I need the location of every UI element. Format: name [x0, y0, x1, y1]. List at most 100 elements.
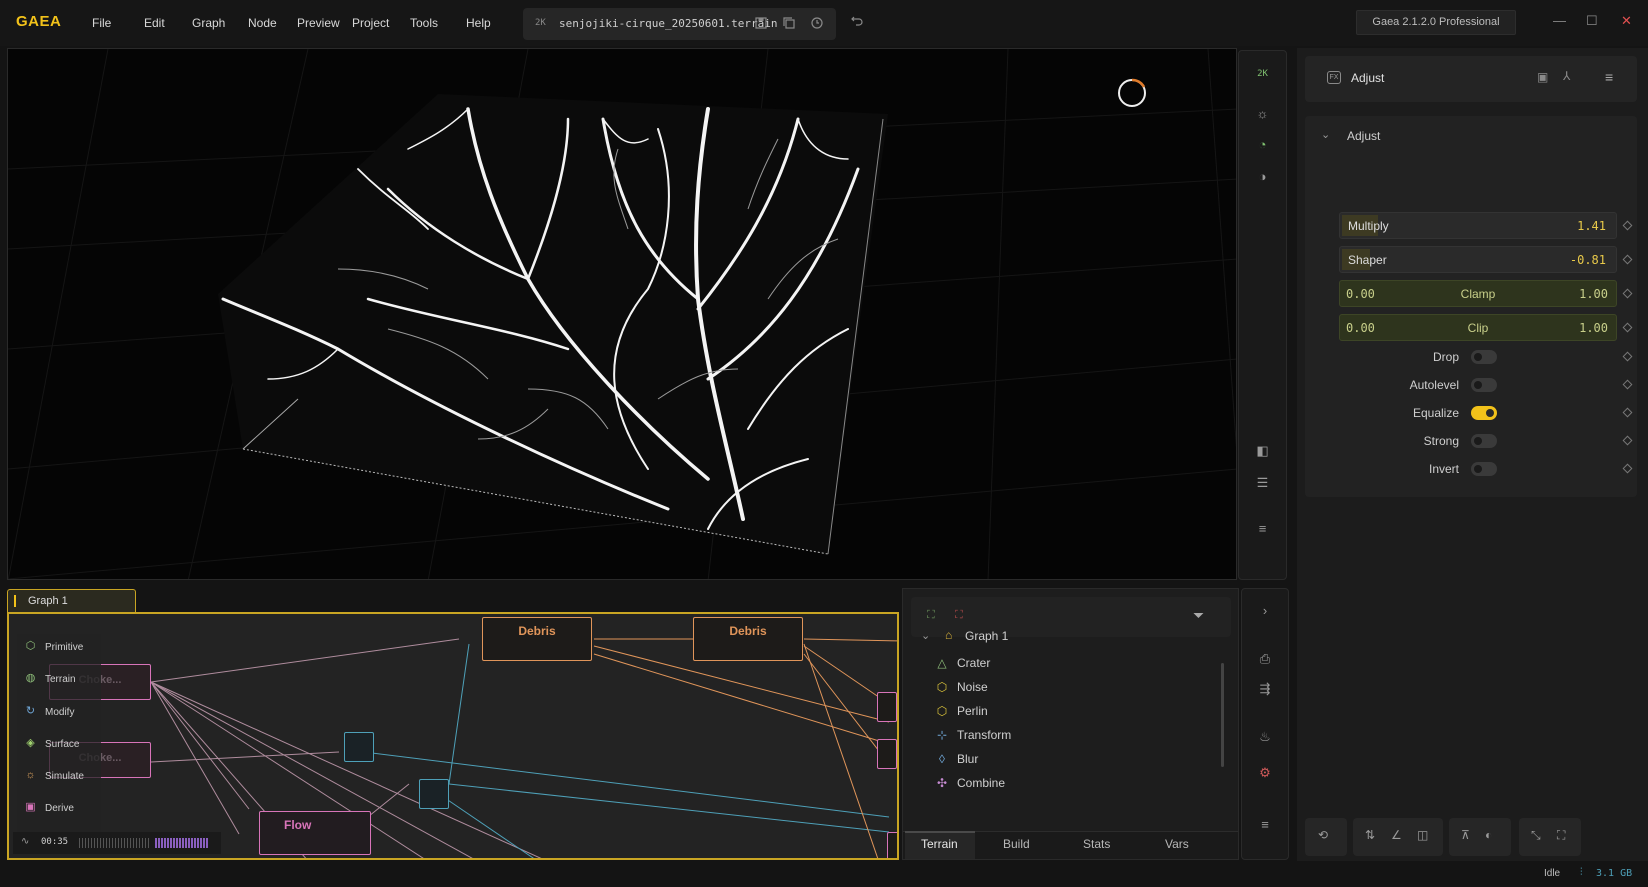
node-item-noise[interactable]: ⬡ Noise [937, 680, 988, 694]
menu-help[interactable]: Help [466, 16, 491, 30]
fire-icon[interactable]: ♨ [1242, 729, 1288, 745]
multiply-keyframe-icon[interactable] [1622, 220, 1633, 231]
clamp-range[interactable]: Clamp 0.00 1.00 [1339, 280, 1617, 307]
crater-icon: △ [937, 656, 947, 670]
fullscreen-icon[interactable]: ⛶ [1557, 828, 1565, 843]
shaper-slider[interactable]: Shaper -0.81 [1339, 246, 1617, 273]
bookmark-icon[interactable]: ⎙ [1242, 651, 1288, 667]
pin-down-icon[interactable]: ⊼ [1461, 828, 1470, 842]
tab-terrain[interactable]: Terrain [921, 837, 958, 851]
tab-stats[interactable]: Stats [1083, 837, 1110, 851]
frame-icon[interactable]: ⛶ [927, 609, 935, 622]
invert-keyframe-icon[interactable] [1622, 463, 1633, 474]
engine-icon[interactable]: ⚙ [1242, 765, 1288, 781]
node-item-blur[interactable]: ◊ Blur [939, 752, 978, 766]
multiply-slider[interactable]: Multiply 1.41 [1339, 212, 1617, 239]
tree-chevron-icon[interactable]: ⌄ [921, 629, 930, 642]
clip-range[interactable]: Clip 0.00 1.00 [1339, 314, 1617, 341]
sun-icon[interactable]: ☼ [1239, 106, 1286, 121]
tab-build[interactable]: Build [1003, 837, 1030, 851]
history-icon[interactable] [809, 16, 825, 32]
tab-vars[interactable]: Vars [1165, 837, 1189, 851]
file-name-box[interactable]: 2K senjojiki-cirque_20250601.terrain [523, 8, 836, 40]
viewport-menu-icon[interactable]: ≡ [1239, 521, 1286, 536]
flow-node[interactable]: Flow [259, 811, 371, 855]
menu-edit[interactable]: Edit [144, 16, 165, 30]
graph-tab[interactable]: Graph 1 [7, 589, 136, 613]
adjust-section: ⌄ Adjust Multiply 1.41 Shaper -0.81 Clam… [1305, 116, 1637, 497]
chevron-down-icon[interactable]: ⌄ [1321, 128, 1330, 141]
autolevel-row: Autolevel [1305, 375, 1637, 395]
drop-keyframe-icon[interactable] [1622, 351, 1633, 362]
graph-layout-icon[interactable]: ⇶ [1242, 681, 1288, 697]
realtime-icon[interactable]: ◔ [1239, 137, 1286, 152]
debris-node-1[interactable]: Debris [482, 617, 592, 661]
graph-root-label[interactable]: Graph 1 [965, 629, 1008, 643]
category-surface[interactable]: ◈ Surface [17, 731, 101, 759]
collapse-icon[interactable]: ⤡ [1531, 828, 1541, 843]
graph-menu-icon[interactable]: ≡ [1242, 817, 1288, 832]
menu-tools[interactable]: Tools [410, 16, 438, 30]
offscreen-node-3[interactable] [887, 832, 897, 858]
app-logo: GAEA [16, 13, 62, 30]
refresh-icon[interactable]: ⟲ [1318, 828, 1328, 842]
layers-icon[interactable]: ☰ [1239, 475, 1286, 491]
teal-node-2[interactable] [419, 779, 449, 809]
category-modify[interactable]: ↻ Modify [17, 699, 101, 727]
clamp-keyframe-icon[interactable] [1622, 288, 1633, 299]
split-view-icon[interactable]: ◧ [1239, 443, 1286, 459]
node-item-crater[interactable]: △ Crater [937, 656, 990, 670]
offscreen-node-1[interactable] [877, 692, 897, 722]
filter-icon[interactable]: ⏷ [1193, 607, 1204, 624]
teal-node-1[interactable] [344, 732, 374, 762]
category-derive[interactable]: ▣ Derive [17, 795, 101, 823]
3d-viewport[interactable] [7, 48, 1237, 580]
surface-icon: ◈ [26, 737, 35, 749]
angle-icon[interactable]: ∠ [1391, 828, 1402, 842]
node-item-transform[interactable]: ⊹ Transform [937, 728, 1011, 742]
node-item-perlin-label: Perlin [957, 704, 988, 718]
chevron-right-icon[interactable]: › [1242, 603, 1288, 618]
autolevel-toggle[interactable] [1471, 378, 1497, 392]
close-icon[interactable]: ✕ [1621, 13, 1632, 29]
shaper-keyframe-icon[interactable] [1622, 254, 1633, 265]
compare-icon[interactable]: ◫ [1417, 828, 1428, 842]
resolution-badge[interactable]: 2K [1239, 69, 1286, 79]
category-terrain[interactable]: ◍ Terrain [17, 666, 101, 694]
save-icon[interactable] [753, 16, 769, 32]
category-primitive[interactable]: ⬡ Primitive [17, 634, 101, 662]
drop-toggle[interactable] [1471, 350, 1497, 364]
node-graph[interactable]: Choke... Choke... Debris Debris Flow ⬡ P… [7, 612, 899, 860]
menu-file[interactable]: File [92, 16, 111, 30]
undo-icon[interactable] [850, 13, 864, 30]
invert-toggle[interactable] [1471, 462, 1497, 476]
maximize-icon[interactable]: ☐ [1586, 13, 1598, 29]
props-menu-icon[interactable]: ≡ [1605, 69, 1613, 85]
pin-icon[interactable]: ⅄ [1563, 69, 1570, 83]
category-simulate[interactable]: ☼ Simulate [17, 763, 101, 791]
menu-graph[interactable]: Graph [192, 16, 225, 30]
clip-keyframe-icon[interactable] [1622, 322, 1633, 333]
menu-preview[interactable]: Preview [297, 16, 340, 30]
sort-icon[interactable]: ⇅ [1365, 828, 1375, 842]
minimize-icon[interactable]: — [1553, 13, 1566, 28]
equalize-toggle[interactable] [1471, 406, 1497, 420]
copy-icon[interactable] [781, 16, 797, 32]
menu-project[interactable]: Project [352, 16, 389, 30]
strong-toggle[interactable] [1471, 434, 1497, 448]
contrast-icon[interactable]: ◐ [1485, 828, 1492, 842]
category-primitive-label: Primitive [45, 642, 84, 653]
shading-icon[interactable]: ◑ [1239, 169, 1286, 184]
preview-node-icon[interactable]: ▣ [1537, 70, 1548, 84]
equalize-keyframe-icon[interactable] [1622, 407, 1633, 418]
frame-red-icon[interactable]: ⛶ [955, 609, 963, 622]
debris-node-2[interactable]: Debris [693, 617, 803, 661]
autolevel-keyframe-icon[interactable] [1622, 379, 1633, 390]
node-item-combine[interactable]: ✣ Combine [937, 776, 1005, 790]
menu-node[interactable]: Node [248, 16, 277, 30]
node-item-perlin[interactable]: ⬡ Perlin [937, 704, 988, 718]
node-list-scrollbar[interactable] [1221, 663, 1224, 767]
strong-keyframe-icon[interactable] [1622, 435, 1633, 446]
multiply-label: Multiply [1348, 219, 1389, 233]
offscreen-node-2[interactable] [877, 739, 897, 769]
